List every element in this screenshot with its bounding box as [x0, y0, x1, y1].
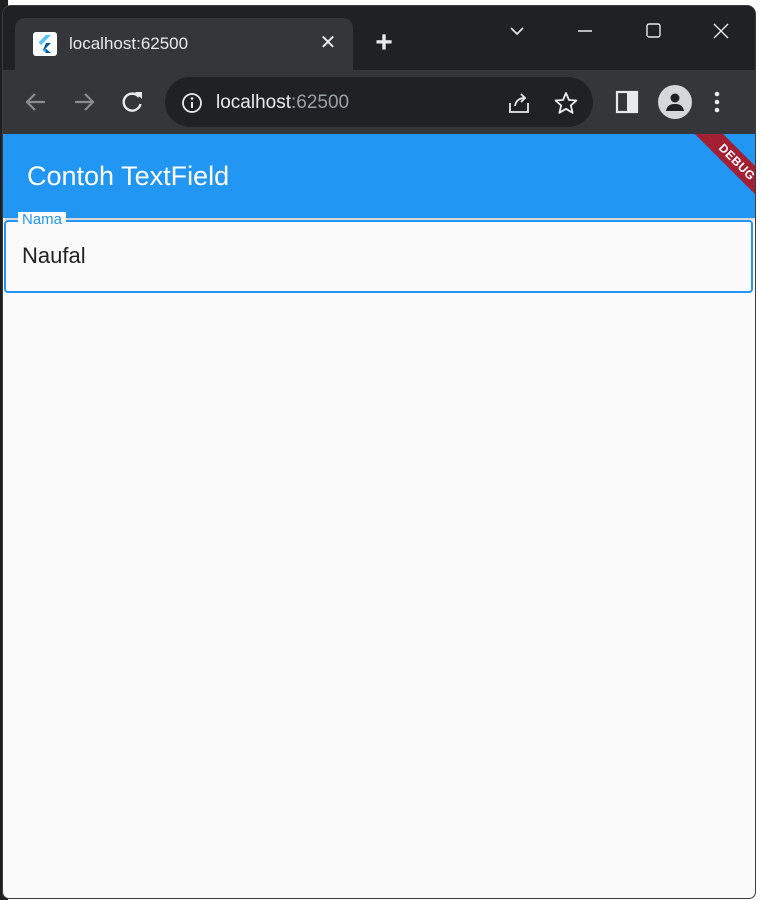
url-port: :62500 — [291, 92, 350, 113]
name-field-label: Nama — [18, 212, 67, 228]
name-text-field[interactable]: Nama Naufal — [4, 212, 753, 293]
tab-search-icon[interactable] — [497, 16, 537, 46]
minimize-icon[interactable] — [565, 16, 605, 46]
flutter-icon — [33, 32, 57, 56]
debug-banner: DEBUG — [671, 134, 755, 218]
url-host: localhost — [216, 92, 291, 113]
profile-icon[interactable] — [658, 85, 692, 119]
info-icon[interactable] — [181, 92, 203, 119]
side-panel-icon[interactable] — [614, 87, 640, 122]
url-text[interactable]: localhost:62500 — [216, 92, 349, 114]
close-window-icon[interactable] — [701, 16, 741, 46]
close-tab-icon[interactable]: ✕ — [315, 30, 341, 56]
arrow-left-icon[interactable] — [21, 87, 51, 117]
name-field-value[interactable]: Naufal — [22, 243, 86, 269]
maximize-icon[interactable] — [633, 16, 673, 46]
new-tab-button[interactable]: + — [369, 28, 399, 58]
page-title: Contoh TextField — [27, 161, 230, 191]
flutter-app: Contoh TextField DEBUG Nama Naufal — [3, 134, 755, 898]
browser-toolbar: localhost:62500 — [3, 70, 755, 134]
tab-strip: localhost:62500 ✕ + — [3, 6, 755, 70]
star-icon[interactable] — [553, 90, 579, 121]
address-bar[interactable]: localhost:62500 — [165, 77, 593, 127]
share-icon[interactable] — [506, 90, 532, 121]
tab-title: localhost:62500 — [69, 34, 189, 53]
reload-icon[interactable] — [117, 87, 147, 117]
kebab-menu-icon[interactable] — [709, 87, 725, 122]
browser-window: localhost:62500 ✕ + localhost:62500 Cont… — [3, 6, 755, 898]
app-bar: Contoh TextField DEBUG — [3, 134, 755, 218]
debug-ribbon: DEBUG — [687, 134, 755, 212]
arrow-right-icon[interactable] — [69, 87, 99, 117]
tab-localhost[interactable]: localhost:62500 ✕ — [15, 18, 353, 70]
